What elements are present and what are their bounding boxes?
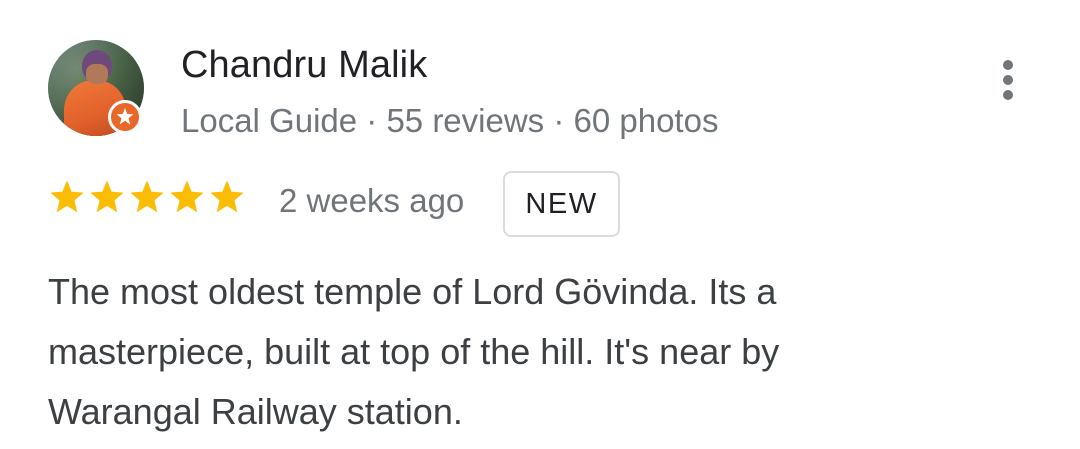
review-time: 2 weeks ago — [279, 182, 465, 219]
star-icon — [130, 180, 164, 213]
review-text-line: masterpiece, built at top of the hill. I… — [48, 331, 780, 372]
more-options-button[interactable] — [988, 52, 1028, 108]
new-badge: NEW — [503, 171, 620, 237]
review-text: The most oldest temple of Lord Gövinda. … — [48, 262, 1048, 442]
star-icon — [50, 180, 84, 213]
review-text-line: The most oldest temple of Lord Gövinda. … — [48, 271, 777, 312]
local-guide-badge-icon — [108, 100, 142, 134]
star-icon — [210, 180, 244, 213]
reviewer-name[interactable]: Chandru Malik — [181, 44, 427, 87]
avatar-figure-face — [86, 64, 108, 84]
review-text-line: Warangal Railway station. — [48, 391, 463, 432]
reviewer-meta[interactable]: Local Guide · 55 reviews · 60 photos — [181, 102, 718, 140]
star-icon — [90, 180, 124, 213]
more-vert-icon — [1003, 60, 1013, 100]
star-rating — [48, 177, 246, 217]
star-icon — [170, 180, 204, 213]
